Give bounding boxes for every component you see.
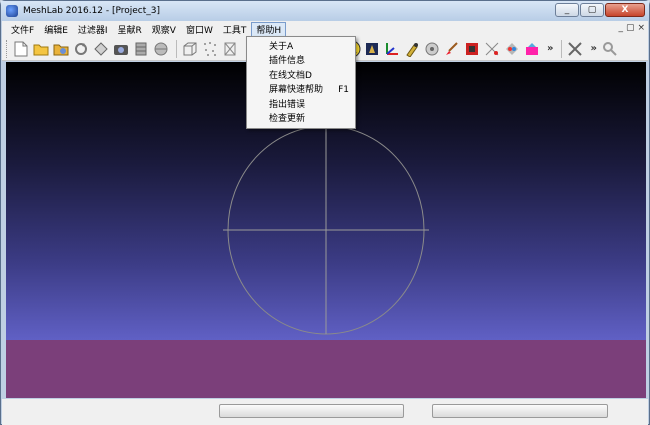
title-bar[interactable]: MeshLab 2016.12 - [Project_3] _ ▢ X xyxy=(1,1,649,21)
mdi-controls: _ ▢ × xyxy=(618,23,645,33)
menu-filters[interactable]: 过滤器I xyxy=(73,22,113,37)
measure-icon[interactable] xyxy=(423,40,441,58)
open-project-icon[interactable] xyxy=(32,40,50,58)
menu-view[interactable]: 观察V xyxy=(147,22,181,37)
menu-edit[interactable]: 编辑E xyxy=(39,22,73,37)
tools-icon[interactable] xyxy=(566,40,584,58)
menu-render[interactable]: 呈献R xyxy=(113,22,147,37)
help-menu-item-label: 屏幕快速帮助 xyxy=(269,85,324,95)
help-menu-dropdown: 关于A 插件信息 在线文档D 屏幕快速帮助 F1 指出错误 检查更新 xyxy=(246,36,356,129)
main-window: MeshLab 2016.12 - [Project_3] _ ▢ X 文件F … xyxy=(0,0,650,425)
select-vertices-icon[interactable] xyxy=(483,40,501,58)
help-menu-item-label: 关于A xyxy=(269,42,294,52)
window-title: MeshLab 2016.12 - [Project_3] xyxy=(23,6,161,16)
save-icon[interactable] xyxy=(152,40,170,58)
window-controls: _ ▢ X xyxy=(555,3,645,17)
help-menu-item-label: 检查更新 xyxy=(269,114,306,124)
help-menu-item-plugin-info[interactable]: 插件信息 xyxy=(269,54,353,68)
new-project-icon[interactable] xyxy=(12,40,30,58)
menu-bar: 文件F 编辑E 过滤器I 呈献R 观察V 窗口W 工具T 帮助H _ ▢ × xyxy=(2,21,648,37)
import-icon[interactable] xyxy=(92,40,110,58)
help-menu-item-label: 指出错误 xyxy=(269,100,306,110)
select-faces-icon[interactable] xyxy=(463,40,481,58)
help-menu-item-online-docs[interactable]: 在线文档D xyxy=(269,69,353,83)
help-menu-item-check-updates[interactable]: 检查更新 xyxy=(269,112,353,126)
toolbar-separator xyxy=(176,39,177,58)
toolbar-separator xyxy=(561,39,563,58)
progress-bar-1 xyxy=(219,404,404,418)
meshlab-logo-icon xyxy=(6,5,18,17)
reload-icon[interactable] xyxy=(72,40,90,58)
progress-bar-2 xyxy=(432,404,608,418)
minimize-button[interactable]: _ xyxy=(555,3,579,17)
wireframe-icon[interactable] xyxy=(221,40,239,58)
brush-color-icon[interactable] xyxy=(523,40,541,58)
texture-icon[interactable] xyxy=(363,40,381,58)
toolbar-grip[interactable] xyxy=(6,39,9,58)
menu-window[interactable]: 窗口W xyxy=(181,22,218,37)
help-menu-item-label: 插件信息 xyxy=(269,56,306,66)
help-menu-item-onscreen-help[interactable]: 屏幕快速帮助 F1 xyxy=(269,83,353,97)
menu-tools[interactable]: 工具T xyxy=(218,22,252,37)
mdi-close-button[interactable]: × xyxy=(637,23,645,33)
points-icon[interactable] xyxy=(201,40,219,58)
open-mesh-icon[interactable] xyxy=(52,40,70,58)
paint-icon[interactable] xyxy=(443,40,461,58)
status-bar xyxy=(2,399,648,425)
layers-icon[interactable] xyxy=(132,40,150,58)
axis-icon[interactable] xyxy=(383,40,401,58)
search-icon[interactable] xyxy=(601,40,619,58)
help-menu-item-report-bug[interactable]: 指出错误 xyxy=(269,98,353,112)
close-button[interactable]: X xyxy=(605,3,645,17)
help-menu-item-shortcut: F1 xyxy=(338,85,349,95)
maximize-button[interactable]: ▢ xyxy=(580,3,604,17)
menu-file[interactable]: 文件F xyxy=(6,22,39,37)
mdi-minimize-button[interactable]: _ xyxy=(618,23,623,33)
toolbar-overflow-button-2[interactable]: » xyxy=(590,43,596,54)
mdi-restore-button[interactable]: ▢ xyxy=(626,23,635,33)
pick-icon[interactable] xyxy=(403,40,421,58)
help-menu-item-label: 在线文档D xyxy=(269,71,312,81)
help-menu-item-about[interactable]: 关于A xyxy=(269,40,353,54)
menu-help[interactable]: 帮助H xyxy=(251,21,287,37)
snapshot-icon[interactable] xyxy=(112,40,130,58)
toolbar-overflow-button[interactable]: » xyxy=(547,43,553,54)
bounding-box-icon[interactable] xyxy=(181,40,199,58)
color-icon[interactable] xyxy=(503,40,521,58)
